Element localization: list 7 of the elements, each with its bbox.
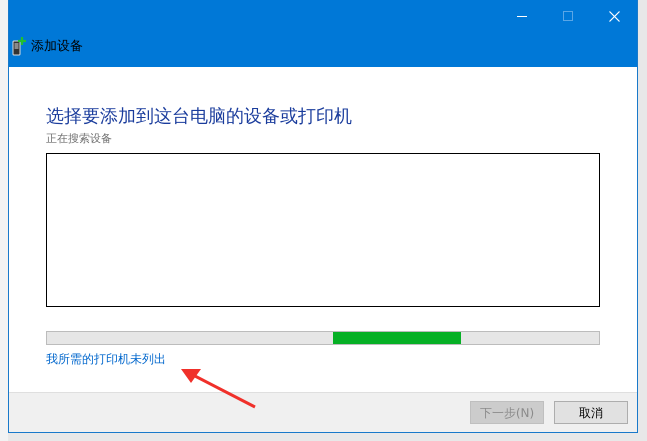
heading: 选择要添加到这台电脑的设备或打印机 [46, 105, 353, 129]
window-title: 添加设备 [31, 38, 83, 56]
status-text: 正在搜索设备 [46, 131, 113, 147]
cancel-button[interactable]: 取消 [554, 401, 628, 424]
close-icon [608, 10, 620, 22]
printer-not-listed-link[interactable]: 我所需的打印机未列出 [46, 350, 166, 368]
device-add-icon [12, 37, 26, 56]
